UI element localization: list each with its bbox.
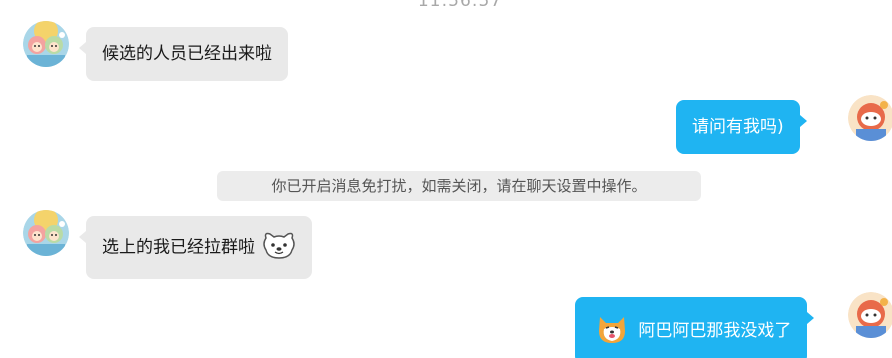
shiba-dog-icon [595, 311, 629, 350]
contact-avatar[interactable] [23, 210, 69, 256]
message-text: 请问有我吗) [692, 117, 784, 137]
contact-avatar[interactable] [23, 21, 69, 67]
message-text: 选上的我已经拉群啦 [102, 237, 255, 258]
incoming-message-bubble[interactable]: 候选的人员已经出来啦 [79, 27, 288, 81]
outgoing-message-bubble[interactable]: 请问有我吗) [676, 100, 807, 154]
message-timestamp: 11:56:57 [417, 0, 503, 11]
self-avatar[interactable] [848, 292, 892, 338]
self-avatar[interactable] [848, 95, 892, 141]
message-text: 候选的人员已经出来啦 [102, 44, 272, 64]
message-text: 阿巴阿巴那我没戏了 [638, 320, 792, 341]
chat-message-area[interactable]: 11:56:57 候选的人员已经出来啦 请问有我吗) 你已开启消息免打扰，如需关… [0, 0, 892, 358]
do-not-disturb-notice: 你已开启消息免打扰，如需关闭，请在聊天设置中操作。 [217, 171, 701, 201]
bear-face-icon [260, 230, 298, 265]
outgoing-message-bubble[interactable]: 阿巴阿巴那我没戏了 [575, 297, 815, 358]
incoming-message-bubble[interactable]: 选上的我已经拉群啦 [78, 216, 313, 279]
